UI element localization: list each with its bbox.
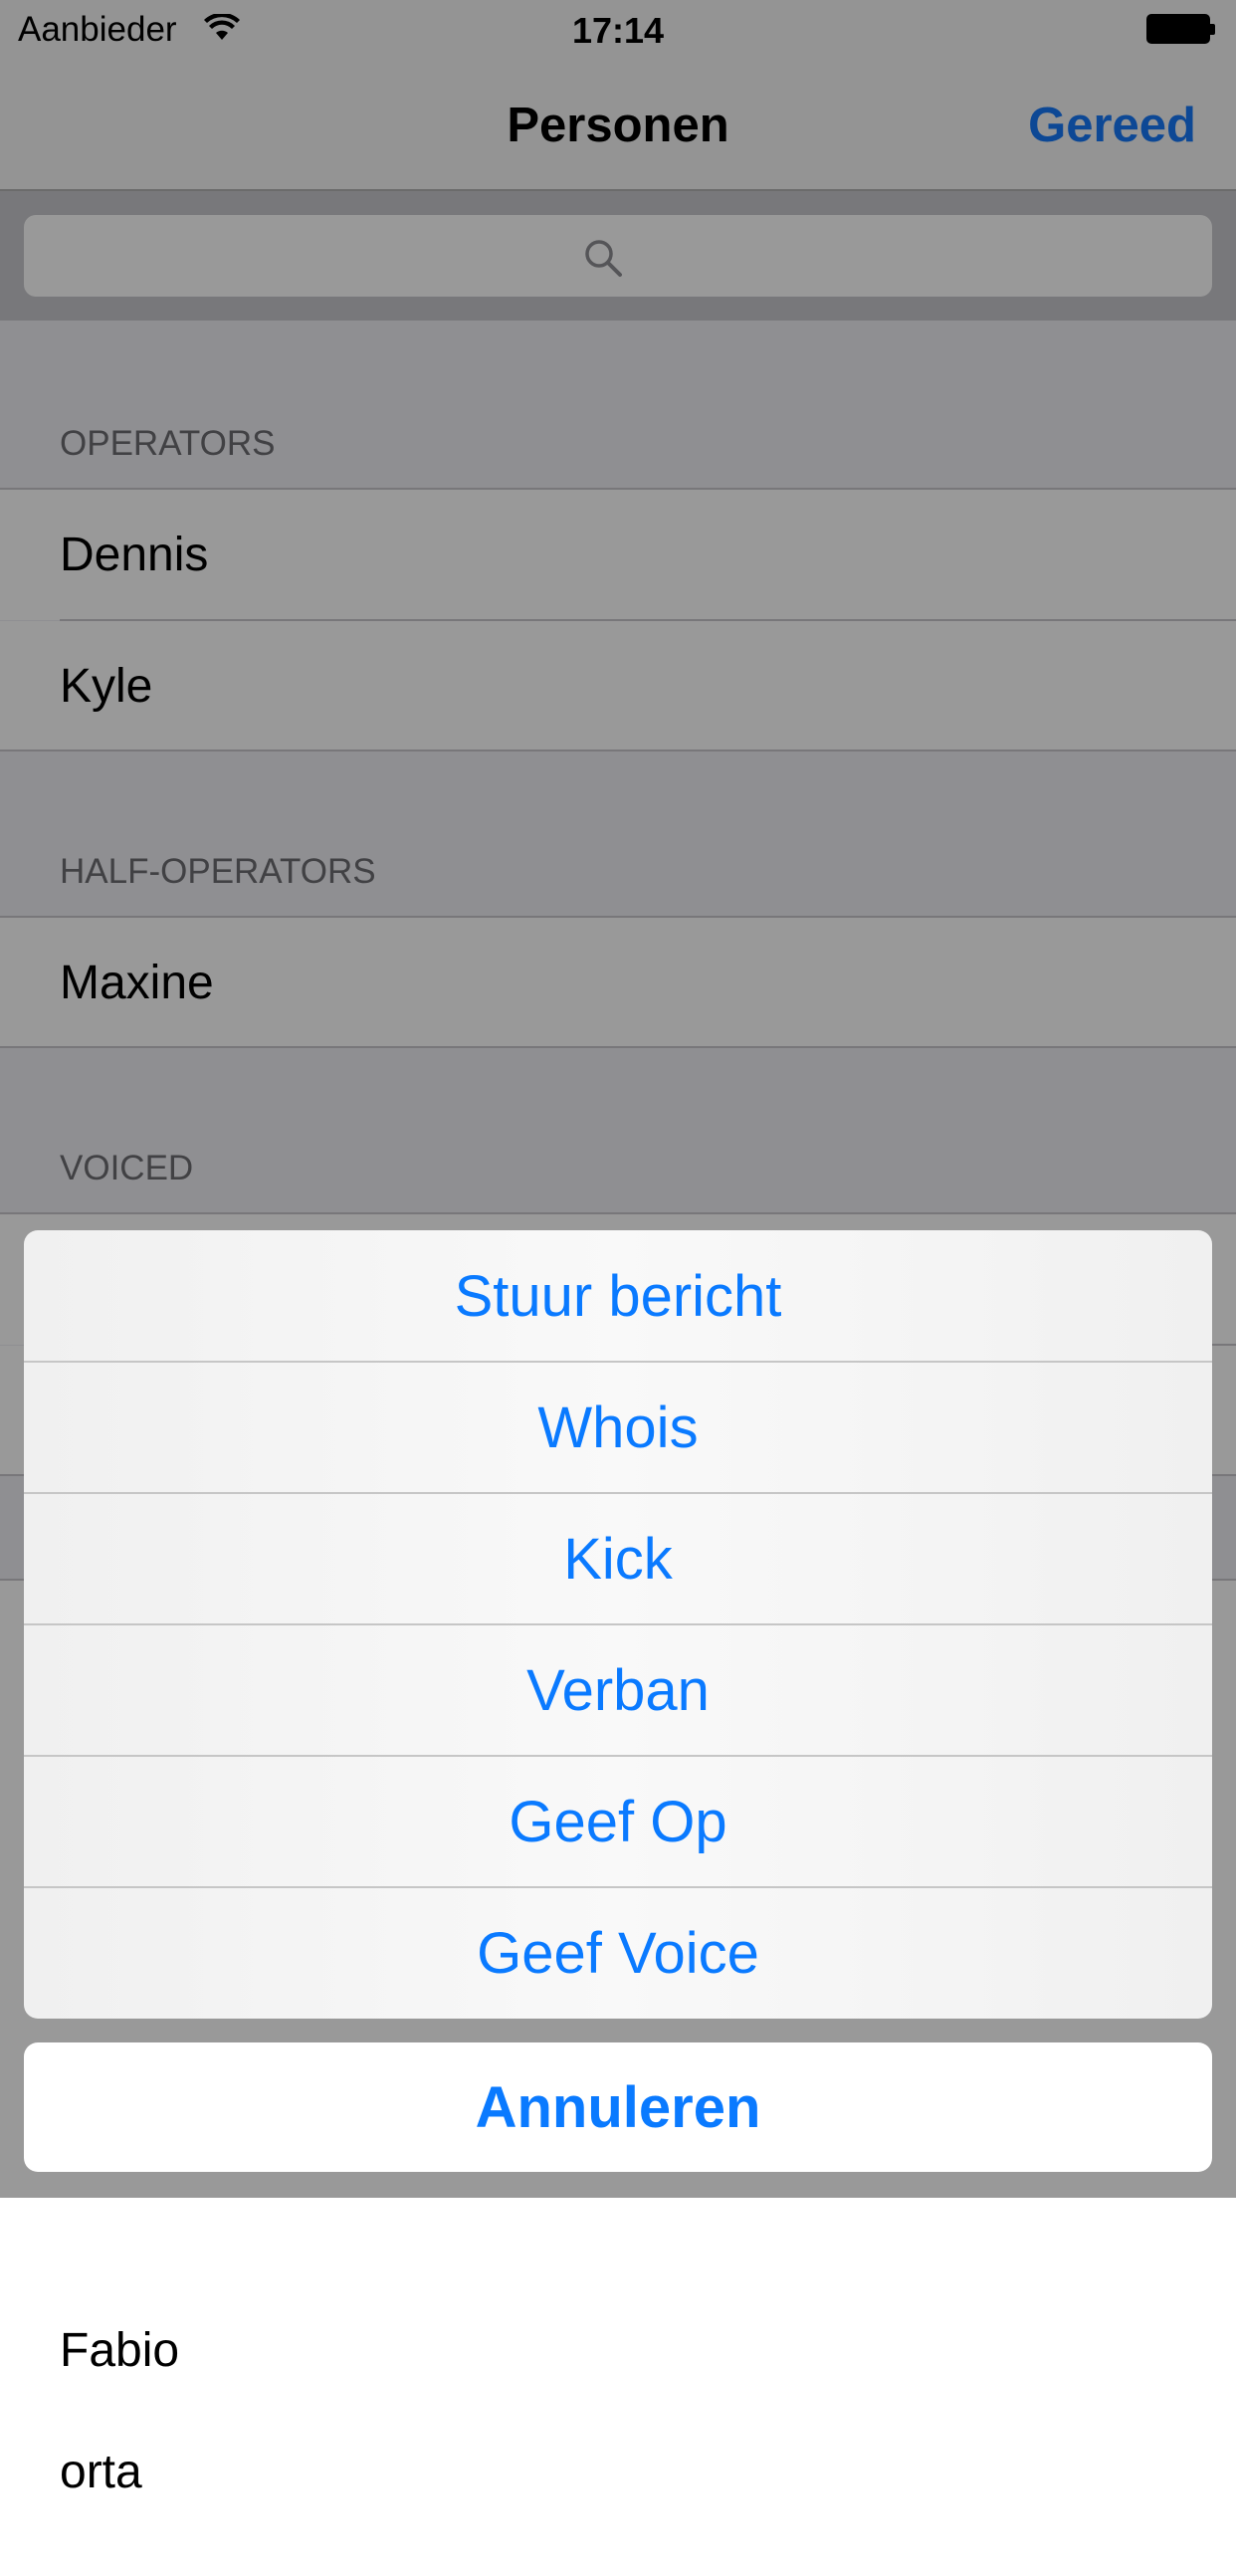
action-sheet: Stuur bericht Whois Kick Verban Geef Op … <box>24 1230 1212 2019</box>
list-item-label: Fabio <box>60 2324 180 2377</box>
give-voice-button[interactable]: Geef Voice <box>24 1887 1212 2019</box>
whois-button[interactable]: Whois <box>24 1362 1212 1493</box>
send-message-button[interactable]: Stuur bericht <box>24 1230 1212 1362</box>
list-item-label: orta <box>60 2446 142 2498</box>
kick-button[interactable]: Kick <box>24 1493 1212 1624</box>
ban-button[interactable]: Verban <box>24 1624 1212 1756</box>
cancel-button[interactable]: Annuleren <box>24 2042 1212 2172</box>
give-op-button[interactable]: Geef Op <box>24 1756 1212 1887</box>
